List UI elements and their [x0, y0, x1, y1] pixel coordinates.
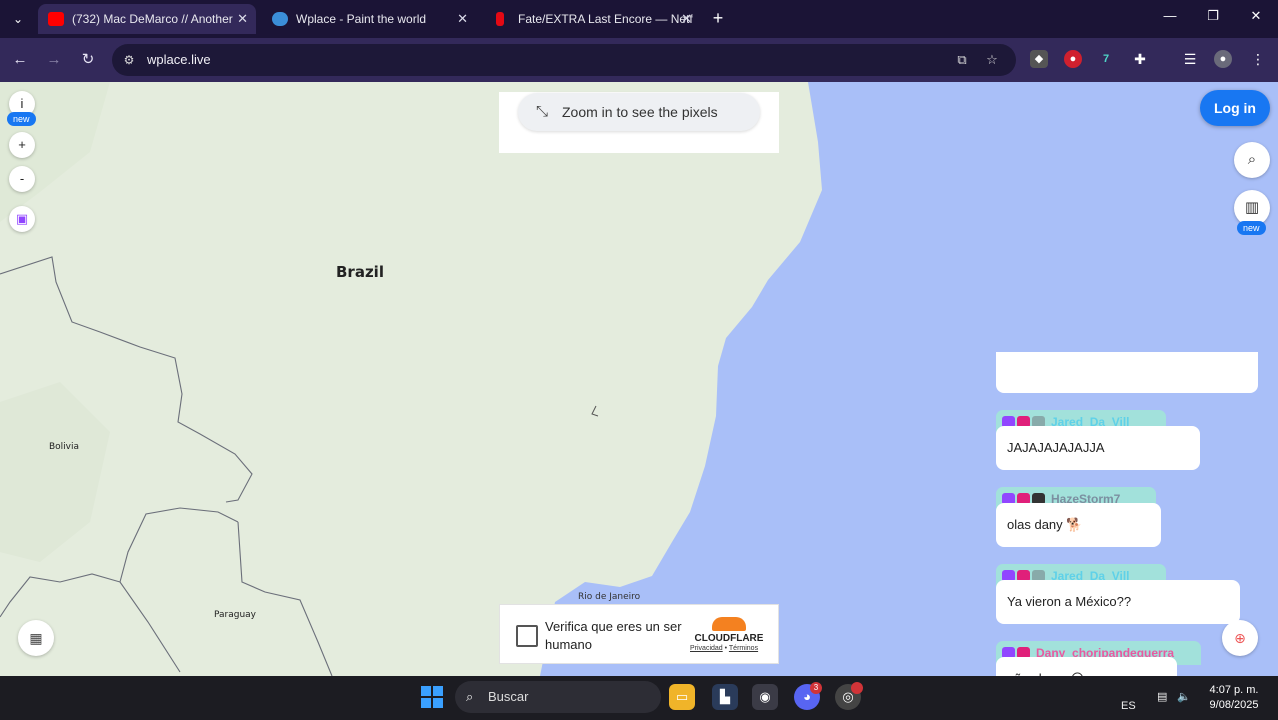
login-button[interactable]: Log in	[1200, 90, 1270, 126]
captcha-widget: Verifica que eres un ser humano CLOUDFLA…	[499, 604, 779, 664]
taskbar-clock[interactable]: 4:07 p. m. 9/08/2025	[1202, 683, 1266, 713]
new-tab-button[interactable]: +	[708, 8, 728, 28]
back-arrow-icon[interactable]: ←	[8, 48, 32, 72]
captcha-checkbox[interactable]	[516, 625, 538, 647]
close-tab-icon[interactable]: ✕	[457, 4, 468, 34]
tab-title: Wplace - Paint the world	[296, 12, 427, 26]
taskbar-search-placeholder: Buscar	[488, 689, 529, 704]
bookmark-star-icon[interactable]: ☆	[984, 52, 1000, 68]
terms-link[interactable]: Términos	[729, 645, 758, 652]
search-location-icon[interactable]: ⌕	[1234, 142, 1270, 178]
label-paraguay: Paraguay	[214, 610, 257, 620]
label-rio-de-janeiro: Rio de Janeiro	[578, 592, 641, 602]
clock-time: 4:07 p. m.	[1209, 684, 1259, 696]
chat-message: JAJAJAJAJAJJA	[996, 426, 1200, 470]
zoom-hint-text: Zoom in to see the pixels	[562, 104, 718, 120]
windows-taskbar: ⌕ Buscar ▭ ▙ ◉ ◕ 3 ◎ ES ▤ 🔈 4:07 p. m. 9…	[0, 676, 1278, 720]
browser-toolbar: ← → ↻ ⚙ wplace.live ⧉ ☆ ◆ ● 7 ✚ ☰ ● ⋮	[0, 38, 1278, 82]
chat-message-partial	[996, 352, 1258, 393]
media-control-icon[interactable]: ☰	[1181, 50, 1199, 68]
chat-message: Ya vieron a México??	[996, 580, 1240, 624]
captcha-links: Privacidad • Términos	[690, 645, 759, 652]
profile-avatar[interactable]: ●	[1214, 50, 1232, 68]
app-icon[interactable]: ▙	[712, 684, 738, 710]
captcha-label: Verifica que eres un ser humano	[545, 619, 682, 652]
tab-netflix[interactable]: Fate/EXTRA Last Encore — Netf ✕	[484, 4, 700, 34]
label-bolivia: Bolivia	[49, 442, 80, 452]
youtube-icon	[48, 12, 64, 26]
tab-title: (732) Mac DeMarco // Another	[72, 12, 233, 26]
reload-icon[interactable]: ↻	[76, 48, 100, 72]
zoom-out-button[interactable]: -	[9, 166, 35, 192]
taskbar-search[interactable]: ⌕ Buscar	[455, 681, 661, 713]
search-icon: ⌕	[466, 689, 474, 704]
close-tab-icon[interactable]: ✕	[237, 4, 248, 34]
chrome-icon[interactable]: ◉	[752, 684, 778, 710]
recording-indicator-icon	[851, 682, 863, 694]
locate-me-icon[interactable]: ⊕	[1222, 620, 1258, 656]
tab-search-chevron-icon[interactable]: ⌄	[6, 8, 30, 30]
cloudflare-cloud-icon	[712, 617, 746, 631]
forward-arrow-icon[interactable]: →	[42, 48, 66, 72]
zoom-hint-pill[interactable]: ⤡ Zoom in to see the pixels	[518, 93, 760, 131]
zoom-cursor-icon: ⤡	[536, 103, 549, 120]
palette-icon[interactable]: ▦	[18, 620, 54, 656]
url-text[interactable]: wplace.live	[147, 52, 211, 67]
site-settings-icon[interactable]: ⚙	[121, 52, 137, 68]
chat-message: olas dany 🐕	[996, 503, 1161, 547]
translate-extension-icon[interactable]: 7	[1097, 50, 1115, 68]
new-badge: new	[1237, 221, 1266, 235]
network-icon[interactable]: ▤	[1157, 690, 1167, 703]
restore-icon[interactable]: ❐	[1198, 8, 1228, 24]
label-brazil: Brazil	[336, 263, 384, 281]
address-bar[interactable]: ⚙ wplace.live ⧉ ☆	[112, 44, 1016, 76]
zoom-hint-panel: ⤡ Zoom in to see the pixels	[499, 92, 779, 153]
file-explorer-icon[interactable]: ▭	[669, 684, 695, 710]
tab-title: Fate/EXTRA Last Encore — Netf	[518, 12, 693, 26]
tab-wplace[interactable]: Wplace - Paint the world ✕	[262, 4, 476, 34]
netflix-icon	[496, 12, 504, 26]
browser-tab-bar: ⌄ (732) Mac DeMarco // Another ✕ Wplace …	[0, 0, 1278, 38]
minimize-icon[interactable]: —	[1155, 8, 1185, 23]
zoom-in-button[interactable]: +	[9, 132, 35, 158]
extension-icon[interactable]: ◆	[1030, 50, 1048, 68]
adblock-extension-icon[interactable]: ●	[1064, 50, 1082, 68]
close-window-icon[interactable]: ✕	[1241, 8, 1271, 24]
twitch-icon[interactable]: ▣	[9, 206, 35, 232]
extensions-puzzle-icon[interactable]: ✚	[1131, 50, 1149, 68]
globe-icon	[272, 12, 288, 26]
map-viewport[interactable]: Brazil Bolivia Paraguay Rio de Janeiro i…	[0, 82, 1278, 676]
volume-icon[interactable]: 🔈	[1177, 690, 1191, 703]
chat-message: oñas haze 😏	[996, 657, 1177, 676]
input-language[interactable]: ES	[1121, 700, 1136, 712]
new-badge: new	[7, 112, 36, 126]
browser-menu-icon[interactable]: ⋮	[1249, 50, 1267, 68]
discord-notification-badge: 3	[810, 682, 822, 694]
install-app-icon[interactable]: ⧉	[954, 52, 970, 68]
privacy-link[interactable]: Privacidad	[690, 645, 723, 652]
cloudflare-logo: CLOUDFLARE	[693, 617, 765, 644]
clock-date: 9/08/2025	[1209, 699, 1259, 711]
close-tab-icon[interactable]: ✕	[681, 4, 692, 34]
tab-youtube[interactable]: (732) Mac DeMarco // Another ✕	[38, 4, 256, 34]
windows-start-icon[interactable]	[421, 686, 443, 708]
